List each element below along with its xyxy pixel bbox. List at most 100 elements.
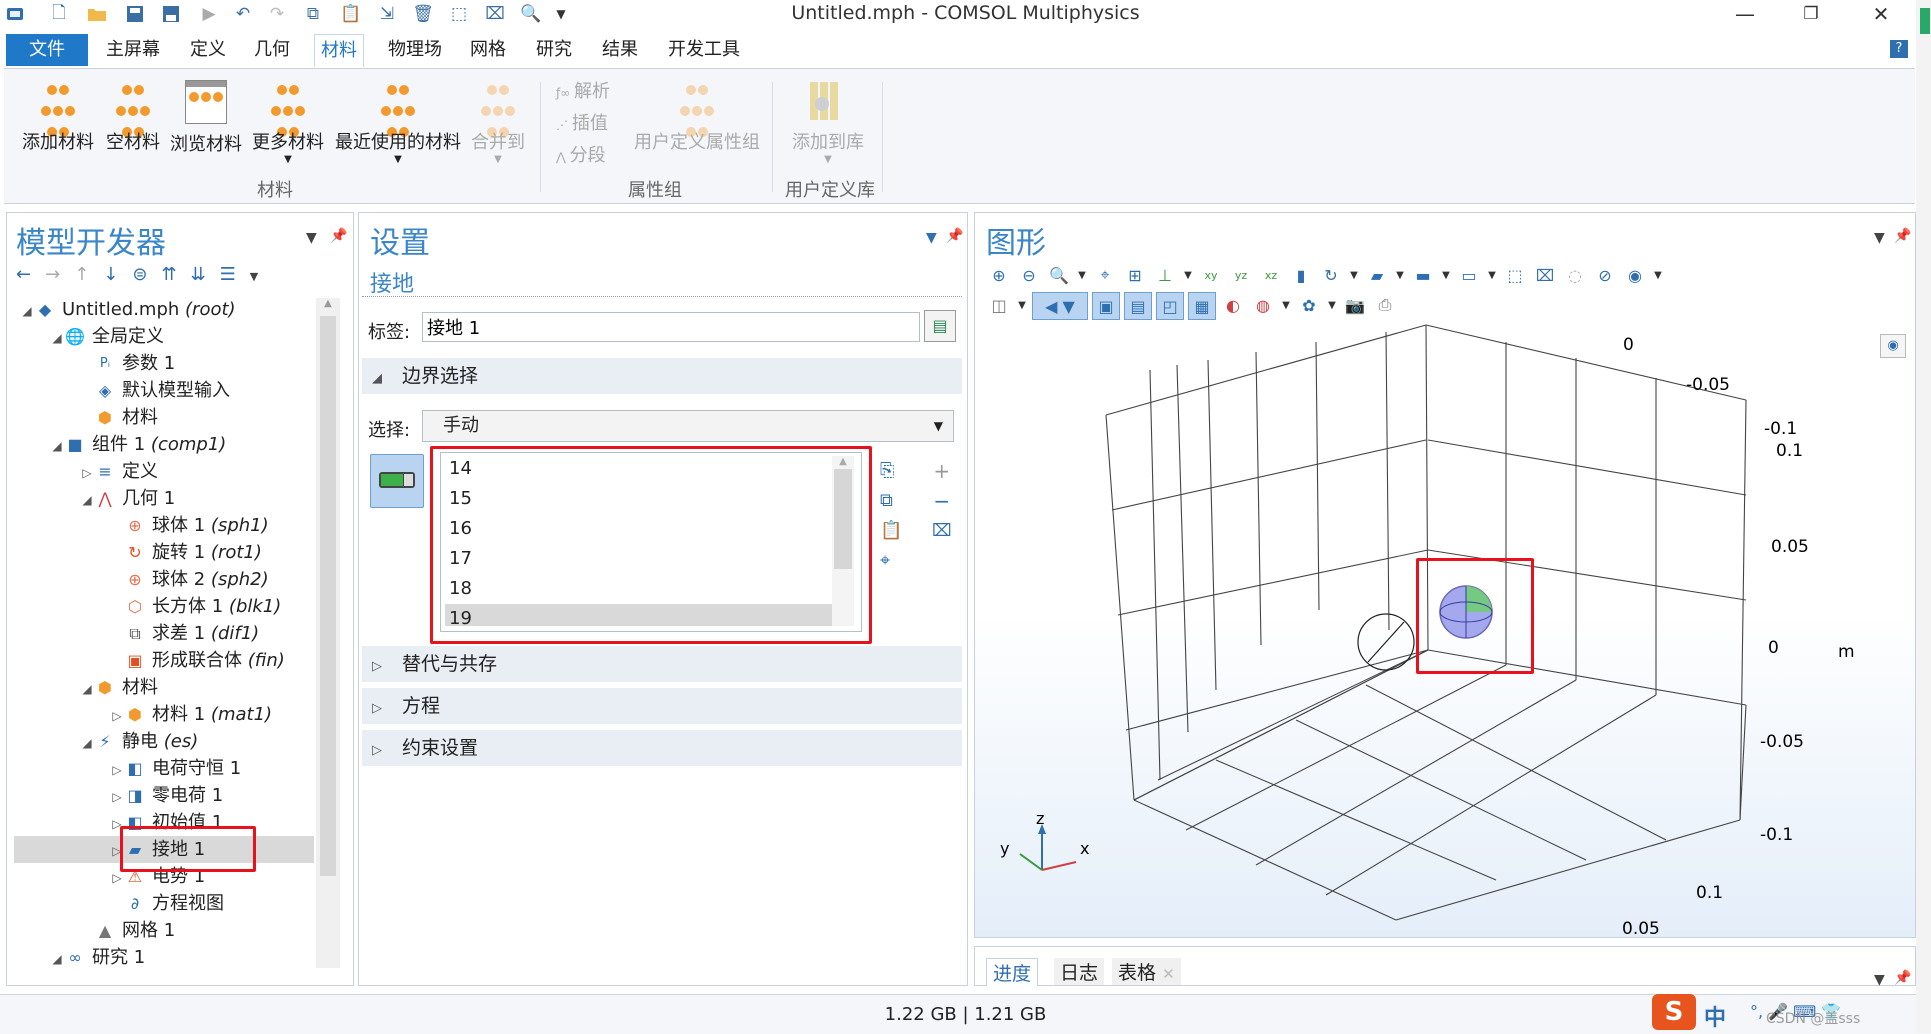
qa-more-dropdown-icon[interactable]: ▼	[548, 2, 574, 26]
menu-materials[interactable]: 材料	[314, 34, 364, 67]
menu-study[interactable]: 研究	[530, 34, 578, 66]
analytic-button[interactable]: ƒ∞ 解析	[556, 78, 610, 106]
view-visibility-icon[interactable]: ◉	[1622, 262, 1648, 288]
tab-log[interactable]: 日志	[1054, 958, 1105, 985]
menu-developer[interactable]: 开发工具	[662, 34, 746, 66]
interpolation-button[interactable]: ⋰ 插值	[556, 110, 608, 138]
expand-triangle-icon[interactable]: ◢	[80, 730, 94, 757]
help-button[interactable]: ?	[1890, 40, 1908, 58]
tree-node-rotate-1[interactable]: ↻ 旋转 1 (rot1)	[20, 539, 316, 566]
filter-icon[interactable]: ⊜	[132, 264, 161, 285]
label-input[interactable]	[422, 312, 920, 342]
zoom-to-selection-icon[interactable]: ⌖	[880, 546, 902, 576]
open-folder-icon[interactable]	[84, 2, 110, 26]
tree-node-default-inputs[interactable]: ◈ 默认模型输入	[20, 377, 316, 404]
aperture-icon[interactable]: ✿	[1296, 292, 1322, 318]
new-file-icon[interactable]: 🗋	[46, 2, 72, 26]
close-tab-icon[interactable]: ✕	[1162, 965, 1175, 983]
expand-triangle-icon[interactable]: ◢	[50, 433, 64, 460]
menu-geometry[interactable]: 几何	[248, 34, 296, 66]
tree-node-equation-view[interactable]: ∂ 方程视图	[20, 890, 316, 917]
paste-selection-icon[interactable]: ⎘	[880, 456, 902, 486]
collapsed-triangle-icon[interactable]: ▷	[110, 784, 124, 811]
view-xz-icon[interactable]: xz	[1258, 262, 1284, 288]
dropdown-arrow-icon[interactable]: ▼	[1652, 262, 1664, 288]
paste-icon[interactable]: 📋	[338, 2, 364, 26]
zoom-out-icon[interactable]: ⊖	[1016, 262, 1042, 288]
tree-node-sphere-1[interactable]: ⊕ 球体 1 (sph1)	[20, 512, 316, 539]
merge-to-button[interactable]: 合并到 ▼	[468, 80, 528, 180]
tree-node-material-1[interactable]: ▷ ⬢ 材料 1 (mat1)	[20, 701, 316, 728]
add-material-button[interactable]: 添加材料	[20, 80, 96, 180]
dropdown-arrow-icon[interactable]: ▼	[1016, 292, 1028, 318]
ime-sogou-icon[interactable]: S	[1652, 994, 1696, 1030]
collapse-all-icon[interactable]: ⇊	[191, 264, 220, 285]
dropdown-arrow-icon[interactable]: ▼	[1076, 262, 1088, 288]
screenshot-camera-icon[interactable]: 📷	[1342, 292, 1368, 318]
down-arrow-icon[interactable]: ↓	[103, 264, 132, 285]
camera-icon[interactable]: ▮	[1288, 262, 1314, 288]
remove-icon[interactable]: −	[932, 486, 952, 516]
zoom-extents-icon[interactable]: ⌖	[1092, 262, 1118, 288]
select-domain-icon[interactable]: ▰	[1364, 262, 1390, 288]
tree-node-root[interactable]: ◢ ◆ Untitled.mph (root)	[20, 296, 316, 323]
box-select-icon[interactable]: ⬚	[1502, 262, 1528, 288]
forward-arrow-icon[interactable]: →	[45, 264, 74, 285]
save-as-icon[interactable]	[158, 2, 184, 26]
tree-scrollbar[interactable]: ▲	[316, 298, 340, 968]
zoom-selection-icon[interactable]: ⊞	[1122, 262, 1148, 288]
hide-icon[interactable]: ◌	[1562, 262, 1588, 288]
undo-icon[interactable]: ↶	[230, 2, 256, 26]
active-toggle-button[interactable]	[370, 454, 424, 508]
dropdown-arrow-icon[interactable]: ▼	[1394, 262, 1406, 288]
section-equation[interactable]: ▷ 方程	[362, 688, 962, 724]
duplicate-icon[interactable]: ⇲	[374, 2, 400, 26]
panel-menu-icon[interactable]: ▼	[926, 230, 937, 246]
print-icon[interactable]: ⎙	[1372, 292, 1398, 318]
run-icon[interactable]: ▶	[196, 2, 222, 26]
select-edge-icon[interactable]: ▭	[1456, 262, 1482, 288]
add-icon[interactable]: +	[932, 456, 952, 486]
expand-triangle-icon[interactable]: ◢	[20, 298, 34, 325]
label-edit-icon[interactable]: ▤	[924, 310, 956, 342]
maximize-button[interactable]: ❐	[1782, 0, 1840, 28]
clear-select-icon[interactable]: ⌧	[482, 2, 508, 26]
axis-orientation-icon[interactable]: ⊥	[1152, 262, 1178, 288]
recent-materials-button[interactable]: 最近使用的材料 ▼	[334, 80, 462, 180]
add-to-library-button[interactable]: 添加到库 ▼	[788, 80, 868, 180]
collapsed-triangle-icon[interactable]: ▷	[110, 757, 124, 784]
render-mode-icon[interactable]: ▤	[1124, 292, 1152, 320]
clear-selection-icon[interactable]: ⌧	[1532, 262, 1558, 288]
collapsed-triangle-icon[interactable]: ▷	[110, 703, 124, 730]
tree-node-mesh[interactable]: ▲ 网格 1	[20, 917, 316, 944]
pin-icon[interactable]: 📌	[946, 228, 963, 244]
dropdown-arrow-icon[interactable]: ▼	[1326, 292, 1338, 318]
zoom-box-icon[interactable]: 🔍	[1046, 262, 1072, 288]
tree-node-definitions[interactable]: ▷ ≡ 定义	[20, 458, 316, 485]
piecewise-button[interactable]: ⋀ 分段	[556, 142, 606, 170]
tree-node-global-materials[interactable]: ⬢ 材料	[20, 404, 316, 431]
zoom-dropdown-icon[interactable]: 🔍	[518, 2, 544, 26]
ime-mode[interactable]: 中	[1704, 1000, 1726, 1032]
expand-triangle-icon[interactable]: ◢	[80, 676, 94, 703]
dropdown-arrow-icon[interactable]: ▼	[1440, 262, 1452, 288]
tree-node-parameters[interactable]: Pᵢ 参数 1	[20, 350, 316, 377]
view-yz-icon[interactable]: yz	[1228, 262, 1254, 288]
scroll-thumb[interactable]	[320, 316, 336, 876]
back-arrow-icon[interactable]: ←	[16, 264, 45, 285]
tree-node-component[interactable]: ◢ ■ 组件 1 (comp1)	[20, 431, 316, 458]
pin-icon[interactable]: 📌	[1894, 970, 1911, 986]
tree-node-materials[interactable]: ◢ ⬢ 材料	[20, 674, 316, 701]
tab-table[interactable]: 表格 ✕	[1112, 958, 1181, 985]
save-icon[interactable]	[122, 2, 148, 26]
browse-materials-button[interactable]: 浏览材料	[168, 80, 244, 180]
expand-all-icon[interactable]: ⇈	[161, 264, 190, 285]
section-override-coexistence[interactable]: ▷ 替代与共存	[362, 646, 962, 682]
menu-results[interactable]: 结果	[596, 34, 644, 66]
dropdown-arrow-icon[interactable]: ▼	[1348, 262, 1360, 288]
tab-progress[interactable]: 进度	[986, 958, 1039, 986]
tree-node-charge-conservation[interactable]: ▷ ◧ 电荷守恒 1	[20, 755, 316, 782]
show-hide-icon[interactable]: ⊘	[1592, 262, 1618, 288]
expand-triangle-icon[interactable]: ◢	[50, 946, 64, 973]
tree-node-block-1[interactable]: ⬡ 长方体 1 (blk1)	[20, 593, 316, 620]
